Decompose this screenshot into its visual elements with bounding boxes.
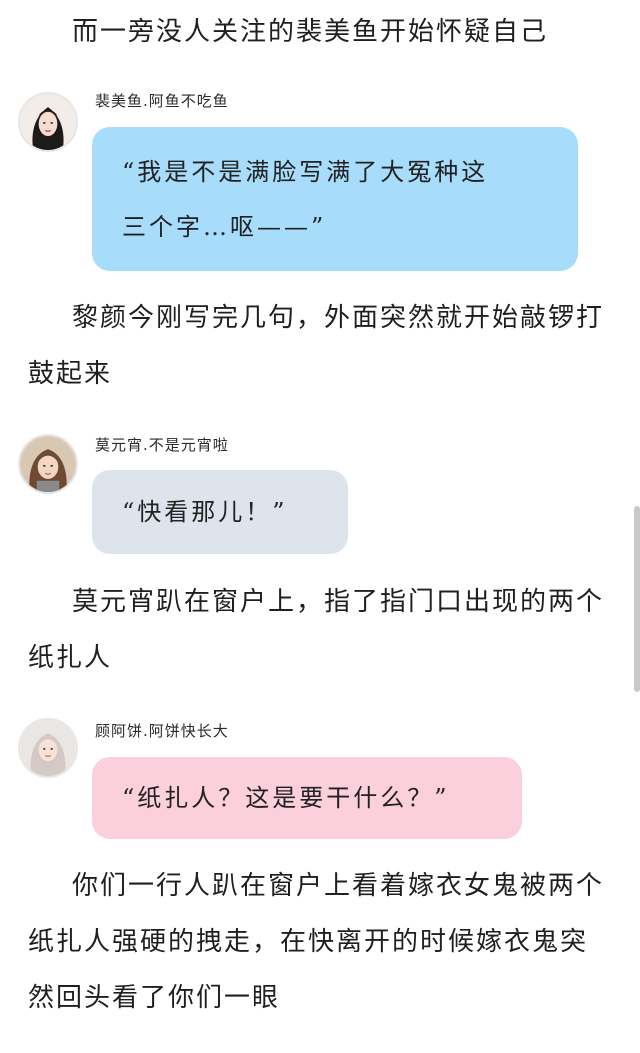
girl-long-black-hair-avatar-icon (20, 94, 76, 150)
avatar[interactable] (18, 92, 78, 152)
sender-name: 莫元宵.不是元宵啦 (95, 436, 229, 454)
narration-paragraph: 莫元宵趴在窗户上，指了指门口出现的两个纸扎人 (28, 587, 605, 673)
sender-name: 裴美鱼.阿鱼不吃鱼 (95, 92, 229, 110)
narration-paragraph: 你们一行人趴在窗户上看着嫁衣女鬼被两个纸扎人强硬的拽走，在快离开的时候嫁衣鬼突然… (28, 871, 605, 1013)
message-text: “快看那儿！” (122, 498, 288, 526)
avatar[interactable] (18, 718, 78, 778)
sender-name: 顾阿饼.阿饼快长大 (95, 722, 229, 740)
girl-silver-hair-avatar-icon (20, 720, 76, 776)
message-bubble: “我是不是满脸写满了大冤种这 三个字…呕——” (92, 127, 578, 271)
message-bubble: “快看那儿！” (92, 470, 348, 554)
message-text-line: “我是不是满脸写满了大冤种这 (122, 158, 489, 186)
message-text: “纸扎人？这是要干什么？” (122, 784, 450, 812)
message-text-line: 三个字…呕——” (122, 213, 327, 241)
scrollbar[interactable] (634, 506, 640, 692)
girl-brown-hair-avatar-icon (20, 436, 76, 492)
message-bubble: “纸扎人？这是要干什么？” (92, 757, 522, 839)
avatar[interactable] (18, 434, 78, 494)
narration-paragraph: 黎颜今刚写完几句，外面突然就开始敲锣打鼓起来 (28, 303, 605, 389)
narration-paragraph: 而一旁没人关注的裴美鱼开始怀疑自己 (72, 17, 549, 47)
